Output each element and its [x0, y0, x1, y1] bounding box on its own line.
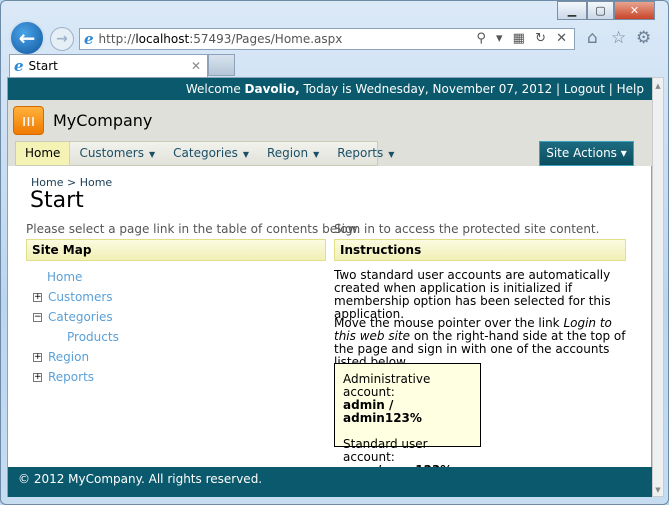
- tree-label: Reports: [48, 370, 95, 384]
- menu-customers[interactable]: Customers ▼: [70, 142, 164, 165]
- sitemap-item-home[interactable]: Home: [47, 269, 82, 285]
- site-map-header: Site Map: [26, 239, 326, 261]
- new-tab-button[interactable]: [208, 54, 235, 76]
- separator: |: [604, 82, 617, 96]
- instructions-paragraph-2: Move the mouse pointer over the link Log…: [334, 317, 628, 369]
- caret-down-icon: ▼: [388, 150, 395, 159]
- scrollbar[interactable]: ▲ ▼: [652, 77, 664, 497]
- admin-credentials: admin / admin123%: [343, 398, 422, 425]
- instructions-paragraph-1: Two standard user accounts are automatic…: [334, 268, 611, 321]
- user-label: Standard user account:: [343, 437, 428, 464]
- admin-label: Administrative account:: [343, 372, 431, 399]
- maximize-button[interactable]: ▢: [587, 1, 614, 20]
- back-button[interactable]: ←: [9, 20, 45, 56]
- ie-icon: e: [14, 57, 24, 75]
- caret-down-icon: ▼: [148, 150, 156, 159]
- address-icons[interactable]: ⚲ ▾ ▦ ↻ ✕: [476, 31, 570, 46]
- footer: © 2012 MyCompany. All rights reserved.: [8, 467, 652, 497]
- url-host: localhost: [135, 32, 190, 46]
- tree-label: Products: [67, 330, 119, 344]
- company-logo-icon[interactable]: ııı: [13, 106, 44, 135]
- tree-label: Region: [48, 350, 90, 364]
- address-bar[interactable]: e http://localhost:57493/Pages/Home.aspx…: [79, 28, 575, 50]
- caret-down-icon: ▼: [242, 150, 249, 159]
- expand-icon[interactable]: +: [33, 292, 42, 302]
- close-window-button[interactable]: ✕: [614, 1, 655, 20]
- menu-label: Customers: [79, 146, 144, 160]
- left-intro: Please select a page link in the table o…: [26, 222, 361, 236]
- menu-label: Categories: [173, 146, 238, 160]
- expand-icon[interactable]: +: [33, 352, 42, 362]
- url-prefix: http://: [98, 32, 136, 46]
- forward-button[interactable]: →: [50, 27, 74, 51]
- text: Move the mouse pointer over the link: [334, 316, 564, 330]
- user-name: Davolio,: [244, 82, 300, 96]
- menu-label: Home: [25, 146, 61, 160]
- favorites-star-icon[interactable]: ☆: [611, 28, 626, 48]
- sitemap-item-categories[interactable]: − Categories: [33, 309, 113, 325]
- tab-title: Start: [28, 59, 58, 73]
- tab-start[interactable]: e Start ✕: [9, 54, 208, 77]
- instructions-header: Instructions: [334, 239, 626, 261]
- sitemap-item-region[interactable]: + Region: [33, 349, 89, 365]
- top-bar: Welcome Davolio, Today is Wednesday, Nov…: [8, 78, 652, 100]
- sitemap-item-customers[interactable]: + Customers: [33, 289, 113, 305]
- url-path: :57493/Pages/Home.aspx: [189, 32, 343, 46]
- logout-link[interactable]: Logout: [564, 82, 605, 96]
- company-name[interactable]: MyCompany: [53, 111, 152, 130]
- help-link[interactable]: Help: [617, 82, 644, 96]
- main-menu: Home Customers ▼ Categories ▼ Region ▼ Repo…: [15, 141, 394, 166]
- ie-icon: e: [84, 30, 94, 48]
- menu-reports[interactable]: Reports ▼: [328, 142, 403, 165]
- menu-region[interactable]: Region ▼: [258, 142, 328, 165]
- site-actions-button[interactable]: Site Actions ▾: [539, 141, 634, 166]
- date-text: Today is Wednesday, November 07, 2012 |: [299, 82, 564, 96]
- home-icon[interactable]: ⌂: [587, 28, 598, 48]
- breadcrumb-current: Home: [79, 176, 113, 189]
- minimize-button[interactable]: ▁: [557, 1, 587, 20]
- page-title: Start: [30, 188, 84, 213]
- menu-label: Region: [266, 146, 309, 160]
- sitemap-item-reports[interactable]: + Reports: [33, 369, 94, 385]
- expand-icon[interactable]: +: [33, 372, 42, 382]
- welcome-text: Welcome: [185, 82, 245, 96]
- menu-home[interactable]: Home: [16, 142, 71, 165]
- collapse-icon[interactable]: −: [33, 312, 42, 322]
- caret-down-icon: ▼: [313, 150, 320, 159]
- tree-label: Categories: [48, 310, 113, 324]
- tree-label: Customers: [48, 290, 113, 304]
- close-tab-icon[interactable]: ✕: [191, 59, 201, 73]
- menu-label: Reports: [337, 146, 384, 160]
- sitemap-item-products[interactable]: Products: [67, 329, 119, 345]
- tree-label: Home: [47, 270, 83, 284]
- gear-icon[interactable]: ⚙: [636, 28, 651, 48]
- menu-categories[interactable]: Categories ▼: [164, 142, 258, 165]
- right-intro: Sign in to access the protected site con…: [334, 222, 600, 236]
- accounts-box: Administrative account: admin / admin123…: [334, 363, 481, 477]
